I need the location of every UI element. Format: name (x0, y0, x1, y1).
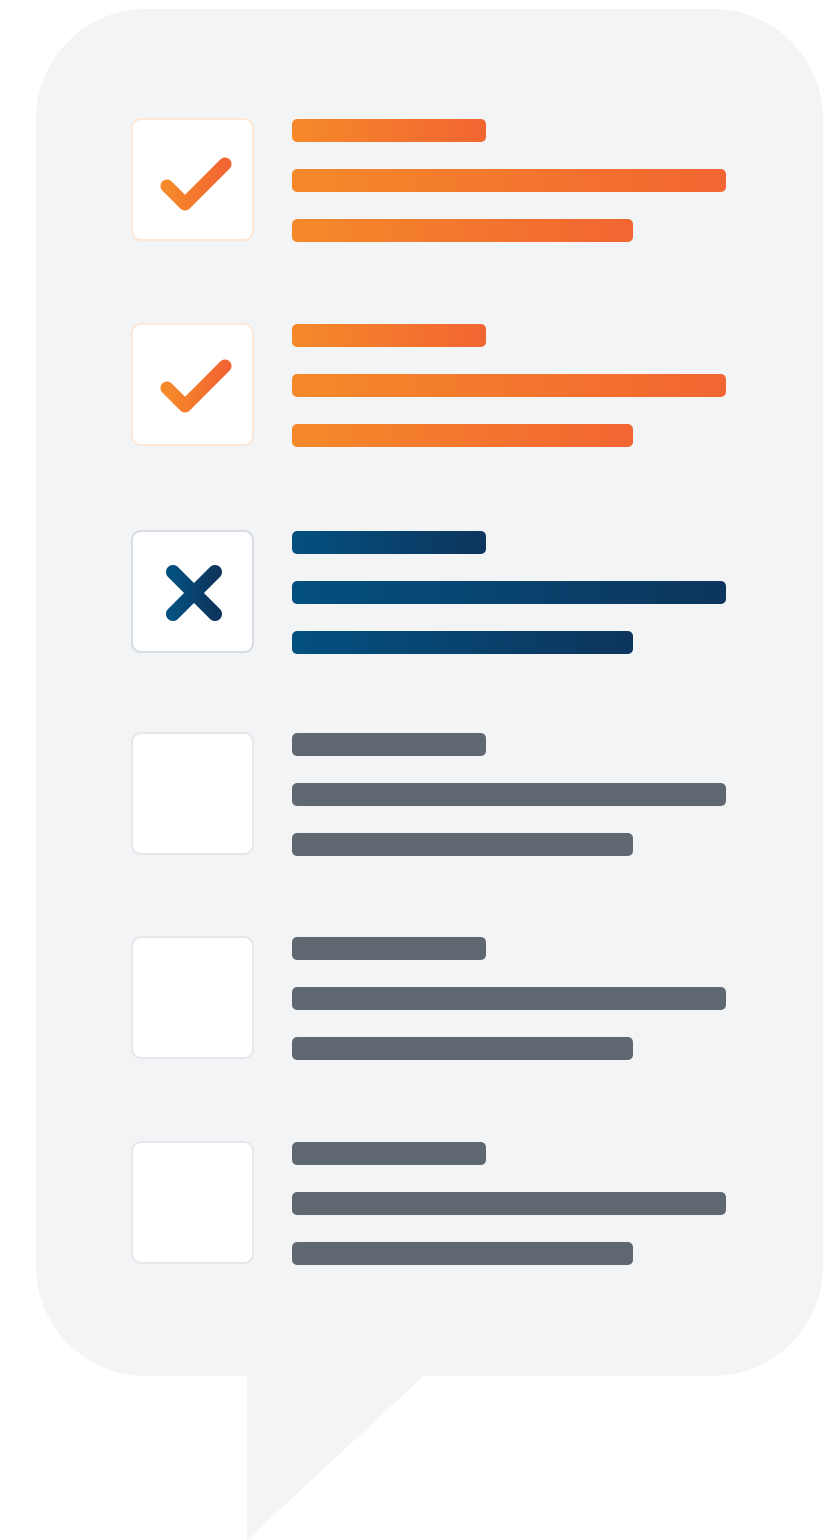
checklist-item-unchecked (131, 732, 731, 858)
text-line-medium (292, 424, 633, 447)
text-line-short (292, 937, 486, 960)
text-line-short (292, 733, 486, 756)
text-line-long (292, 169, 726, 192)
checkbox-empty[interactable] (131, 936, 254, 1059)
text-line-short (292, 1142, 486, 1165)
text-line-short (292, 531, 486, 554)
checkbox-checked[interactable] (131, 323, 254, 446)
checkbox-rejected[interactable] (131, 530, 254, 653)
text-line-medium (292, 1242, 633, 1265)
text-line-short (292, 324, 486, 347)
checklist-item-unchecked (131, 1141, 731, 1267)
checkmark-icon (160, 157, 232, 211)
text-line-medium (292, 1037, 633, 1060)
text-line-long (292, 581, 726, 604)
text-line-long (292, 783, 726, 806)
checklist-item-checked (131, 118, 731, 244)
checklist-item-unchecked (131, 936, 731, 1062)
checklist-item-checked (131, 323, 731, 449)
text-line-long (292, 987, 726, 1010)
checkbox-checked[interactable] (131, 118, 254, 241)
text-line-long (292, 1192, 726, 1215)
checkbox-empty[interactable] (131, 732, 254, 855)
checkmark-icon (160, 359, 232, 413)
cross-icon (166, 565, 222, 621)
text-line-long (292, 374, 726, 397)
text-line-short (292, 119, 486, 142)
illustration-canvas (0, 0, 840, 1540)
checkbox-empty[interactable] (131, 1141, 254, 1264)
text-line-medium (292, 219, 633, 242)
text-line-medium (292, 631, 633, 654)
text-line-medium (292, 833, 633, 856)
checklist-item-rejected (131, 530, 731, 656)
